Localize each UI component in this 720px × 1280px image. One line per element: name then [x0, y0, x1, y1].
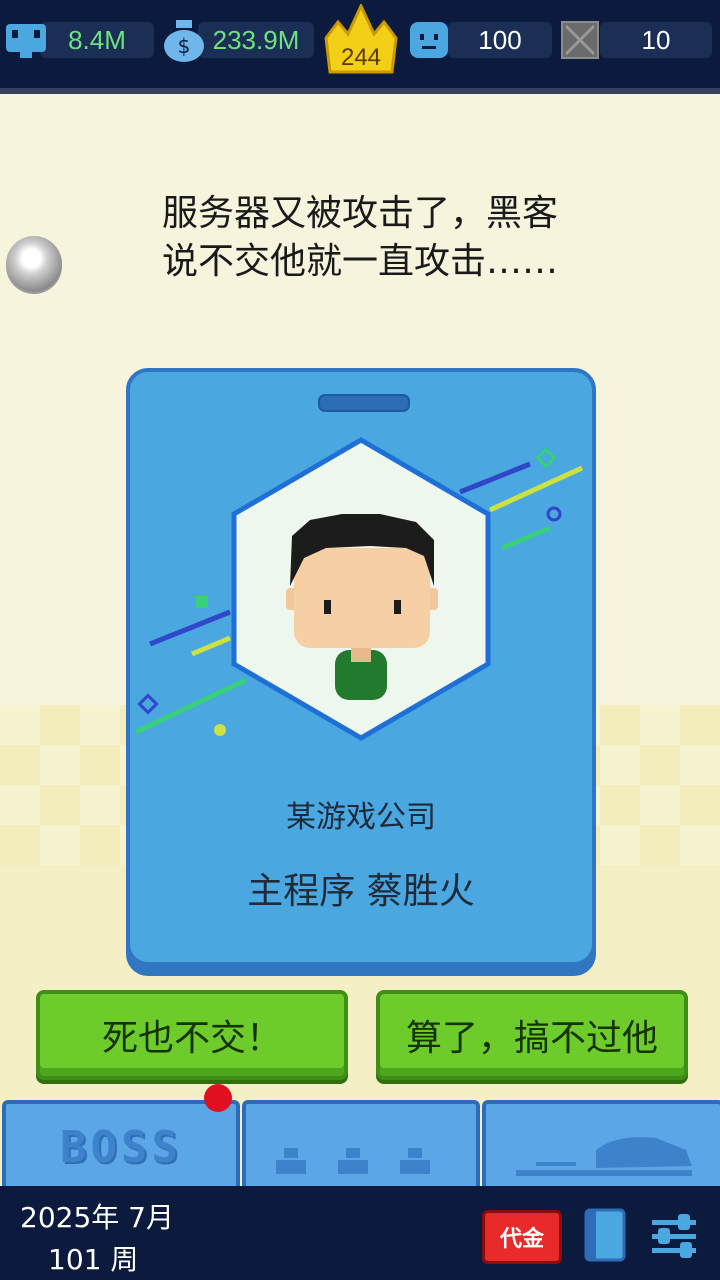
employees-value: 100: [448, 22, 552, 58]
event-message-line2: 说不交他就一直攻击……: [161, 241, 558, 282]
notification-dot: [204, 1084, 232, 1112]
employee-name: 主程序 蔡胜火: [247, 871, 475, 912]
svg-text:$: $: [178, 34, 191, 58]
locked-icon: [561, 21, 599, 59]
staff-icon: [276, 1148, 430, 1174]
money-value: 233.9M: [198, 22, 314, 58]
fans-stat[interactable]: 8.4M: [4, 20, 154, 60]
locked-stat[interactable]: 10: [560, 20, 712, 60]
employee-icon: [410, 22, 448, 58]
portrait-frame: [231, 437, 491, 741]
event-message: 服务器又被攻击了，黑客 说不交他就一直攻击……: [100, 190, 620, 286]
money-stat[interactable]: 233.9M $: [162, 20, 314, 62]
refuse-button[interactable]: 死也不交！: [36, 990, 348, 1080]
sports-car-icon: [516, 1137, 692, 1176]
tab-shop[interactable]: [482, 1100, 720, 1192]
event-message-line1: 服务器又被攻击了，黑客: [161, 193, 558, 234]
monitor-icon: [6, 24, 46, 58]
tab-staff[interactable]: [242, 1100, 480, 1192]
date-year-month: 2025年 7月: [20, 1201, 174, 1234]
id-card: 某游戏公司 主程序 蔡胜火: [126, 368, 596, 966]
voucher-button[interactable]: 代金: [482, 1210, 562, 1264]
book-icon[interactable]: [582, 1206, 628, 1264]
tab-boss-label: BOSS: [60, 1122, 182, 1173]
locked-value: 10: [600, 22, 712, 58]
tab-boss[interactable]: BOSS: [2, 1100, 240, 1192]
give-in-button[interactable]: 算了，搞不过他: [376, 990, 688, 1080]
rank-value: 244: [340, 44, 382, 71]
employees-stat[interactable]: 100: [408, 20, 552, 60]
company-name: 某游戏公司: [286, 800, 436, 835]
fans-value: 8.4M: [40, 22, 154, 58]
rank-crown[interactable]: 244: [320, 2, 402, 74]
pin-icon: [6, 236, 62, 292]
money-bag-icon: $: [164, 20, 204, 62]
settings-sliders-icon[interactable]: [650, 1212, 698, 1260]
date-week: 101 周: [48, 1243, 139, 1276]
top-status-bar: 8.4M 233.9M $ 244 100 10: [0, 0, 720, 94]
